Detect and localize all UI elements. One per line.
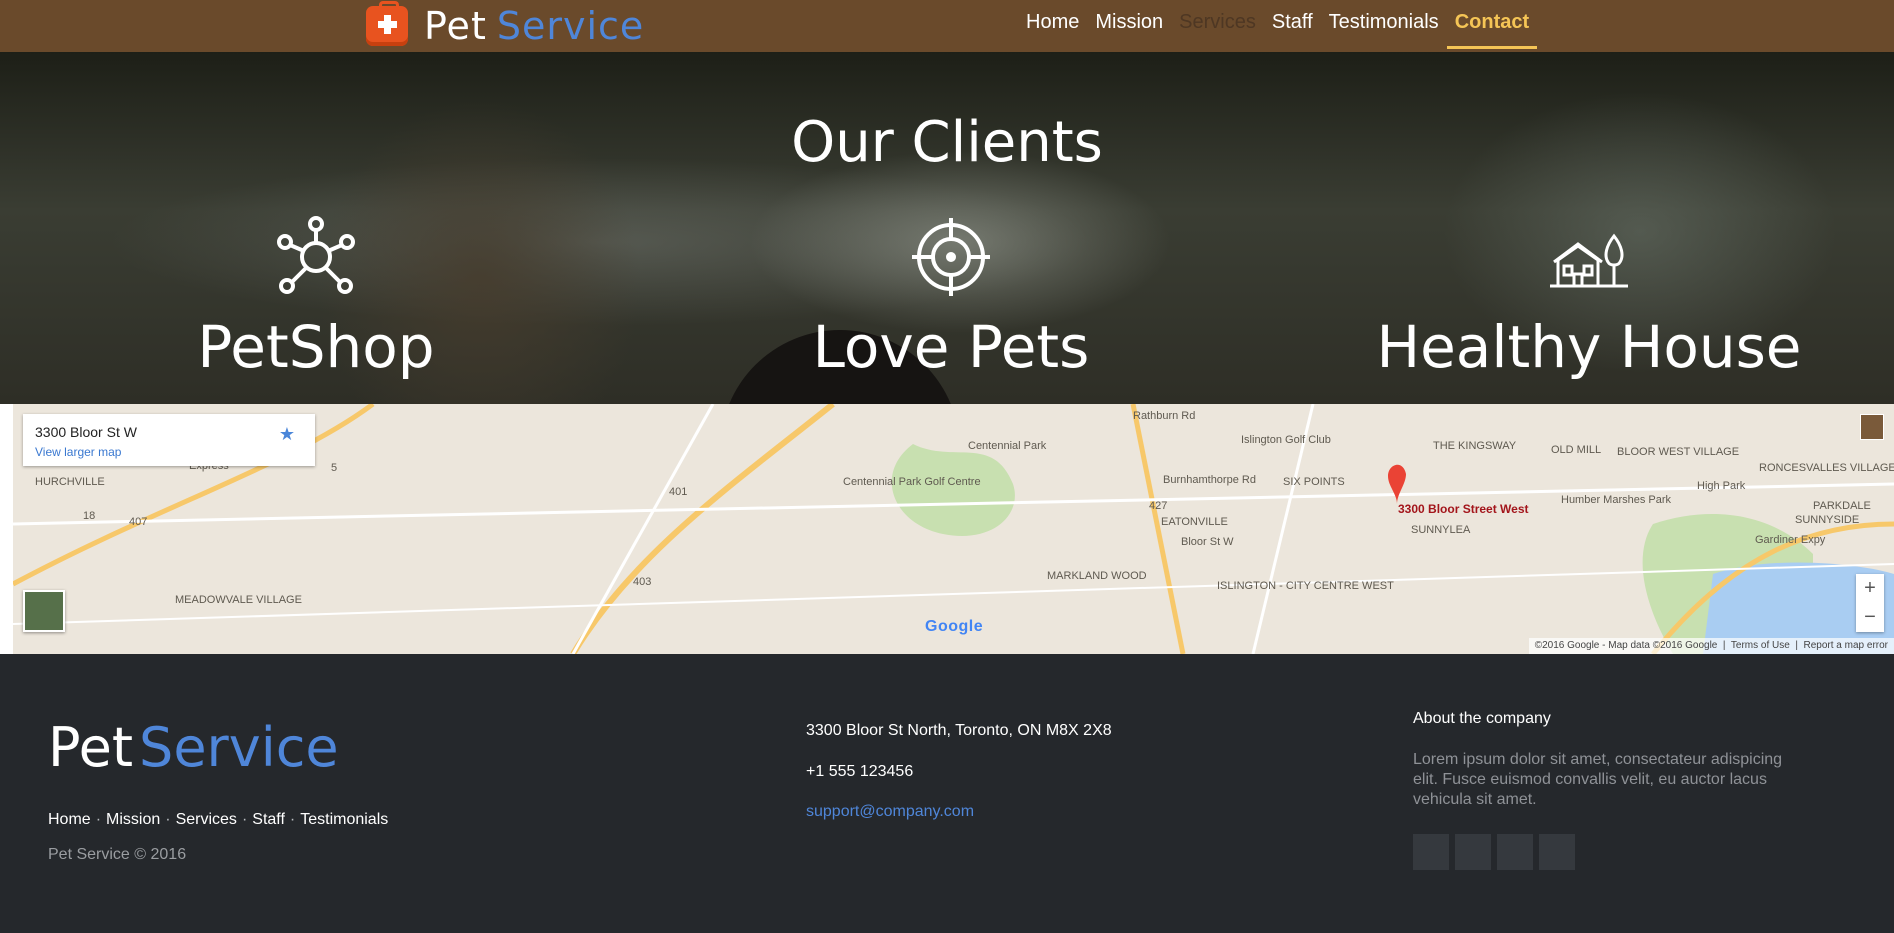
- footer-brand: Pet Service: [48, 716, 339, 779]
- footer-address: 3300 Bloor St North, Toronto, ON M8X 2X8: [806, 722, 1112, 739]
- footer-link-testimonials[interactable]: Testimonials: [300, 811, 388, 829]
- map-shield: 407: [129, 516, 148, 528]
- separator: ·: [289, 811, 296, 828]
- social-icon[interactable]: [1455, 834, 1491, 870]
- nav-home[interactable]: Home: [1018, 0, 1087, 46]
- street-view-pegman-icon[interactable]: [1860, 414, 1884, 440]
- map-road: Gardiner Expy: [1755, 534, 1826, 546]
- social-icon[interactable]: [1539, 834, 1575, 870]
- map-place: SUNNYSIDE: [1795, 514, 1860, 526]
- map-place: MARKLAND WOOD: [1047, 570, 1147, 582]
- social-links: [1413, 834, 1581, 870]
- social-icon[interactable]: [1413, 834, 1449, 870]
- footer-link-services[interactable]: Services: [176, 811, 237, 829]
- house-icon: [1550, 233, 1628, 288]
- brand-word-service: Service: [496, 4, 645, 48]
- footer-email-link[interactable]: support@company.com: [806, 803, 974, 821]
- terms-link[interactable]: Terms of Use: [1731, 640, 1790, 651]
- map-shield: 5: [331, 462, 338, 474]
- map-card-address: 3300 Bloor St W: [35, 424, 137, 440]
- network-icon: [277, 216, 355, 294]
- client-love-pets: Love Pets: [691, 216, 1211, 382]
- map-info-card: 3300 Bloor St W View larger map ★: [23, 414, 315, 466]
- zoom-out-button[interactable]: −: [1856, 603, 1884, 632]
- map-place: PARKDALE: [1813, 500, 1871, 512]
- map-road: Burnhamthorpe Rd: [1163, 474, 1256, 486]
- footer-phone: +1 555 123456: [806, 763, 914, 780]
- map-place: SUNNYLEA: [1411, 524, 1471, 536]
- map-place: BLOOR WEST VILLAGE: [1617, 446, 1740, 458]
- map-marker-label: 3300 Bloor Street West: [1398, 502, 1529, 516]
- clients-section: Our Clients PetShop Love Pets Healthy Ho…: [0, 52, 1894, 404]
- brand-logo[interactable]: Pet Service: [366, 1, 644, 48]
- nav-testimonials[interactable]: Testimonials: [1321, 0, 1447, 46]
- save-star-icon[interactable]: ★: [279, 424, 295, 445]
- map-attribution: ©2016 Google - Map data ©2016 Google | T…: [1528, 638, 1894, 654]
- footer: Pet Service Home · Mission · Services · Staf…: [0, 654, 1894, 933]
- medical-kit-icon: [366, 1, 408, 46]
- map-shield: 18: [83, 510, 96, 522]
- map-place: Islington Golf Club: [1241, 434, 1331, 446]
- map-road: Rathburn Rd: [1133, 410, 1196, 422]
- map-place: ISLINGTON - CITY CENTRE WEST: [1217, 580, 1394, 592]
- footer-link-mission[interactable]: Mission: [106, 811, 160, 829]
- nav-contact[interactable]: Contact: [1446, 0, 1538, 49]
- nav-services[interactable]: Services: [1171, 0, 1264, 46]
- map-place: Centennial Park Golf Centre: [843, 476, 981, 488]
- footer-link-staff[interactable]: Staff: [252, 811, 285, 829]
- footer-brand-word-pet: Pet: [48, 716, 134, 779]
- separator: ·: [165, 811, 171, 828]
- footer-links: Home · Mission · Services · Staff · Testimon…: [48, 811, 388, 829]
- about-heading: About the company: [1413, 710, 1551, 727]
- brand-word-pet: Pet: [424, 4, 487, 48]
- map-place: Centennial Park: [968, 440, 1047, 452]
- zoom-controls: + −: [1856, 574, 1884, 632]
- map-place: OLD MILL: [1551, 444, 1602, 456]
- google-map[interactable]: HURCHVILLE Centennial Park Centennial Pa…: [13, 404, 1894, 654]
- footer-copyright: Pet Service © 2016: [48, 846, 187, 863]
- client-label: Healthy House: [1376, 313, 1802, 381]
- separator: ·: [95, 811, 102, 828]
- footer-brand-word-service: Service: [139, 716, 339, 779]
- zoom-in-button[interactable]: +: [1856, 574, 1884, 603]
- map-road: Bloor St W: [1181, 536, 1234, 548]
- map-place: EATONVILLE: [1161, 516, 1228, 528]
- report-error-link[interactable]: Report a map error: [1804, 640, 1888, 651]
- target-icon: [912, 218, 990, 296]
- satellite-toggle[interactable]: [23, 590, 65, 632]
- social-icon[interactable]: [1497, 834, 1533, 870]
- brand-name: Pet Service: [424, 4, 644, 48]
- google-logo: Google: [925, 618, 984, 635]
- section-title: Our Clients: [791, 110, 1103, 175]
- map-place: THE KINGSWAY: [1433, 440, 1517, 452]
- about-text: Lorem ipsum dolor sit amet, consectateur…: [1413, 751, 1783, 808]
- nav-staff[interactable]: Staff: [1264, 0, 1321, 46]
- client-label: PetShop: [197, 313, 435, 381]
- client-petshop: PetShop: [56, 216, 576, 382]
- footer-link-home[interactable]: Home: [48, 811, 91, 829]
- map-place: Humber Marshes Park: [1561, 494, 1672, 506]
- map-shield: 401: [669, 486, 688, 498]
- separator: ·: [241, 811, 248, 828]
- nav-mission[interactable]: Mission: [1087, 0, 1171, 46]
- map-place: RONCESVALLES VILLAGE: [1759, 462, 1894, 474]
- map-shield: 403: [633, 576, 652, 588]
- map-place: High Park: [1697, 480, 1746, 492]
- view-larger-map-link[interactable]: View larger map: [35, 445, 121, 459]
- client-healthy-house: Healthy House: [1329, 216, 1849, 382]
- client-label: Love Pets: [812, 313, 1090, 381]
- main-menu: Home Mission Services Staff Testimonials…: [1018, 0, 1538, 52]
- map-place: MEADOWVALE VILLAGE: [175, 594, 302, 606]
- top-navbar: Pet Service Home Mission Services Staff T…: [0, 0, 1894, 52]
- map-copyright: ©2016 Google - Map data ©2016 Google: [1534, 640, 1718, 651]
- map-place: HURCHVILLE: [35, 476, 105, 488]
- map-place: SIX POINTS: [1283, 476, 1345, 488]
- map-shield: 427: [1149, 500, 1168, 512]
